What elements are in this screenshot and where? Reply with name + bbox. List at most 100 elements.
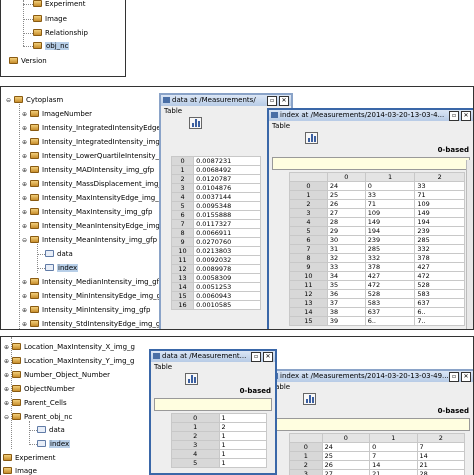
collapse-icon[interactable]: ⊖ bbox=[3, 414, 10, 421]
row-header-cell[interactable]: 14 bbox=[172, 283, 194, 292]
table-cell[interactable]: 0.0051253 bbox=[194, 283, 261, 292]
tree-node-image[interactable]: Image bbox=[33, 13, 67, 25]
column-header[interactable]: 1 bbox=[365, 173, 415, 182]
data-window-titlebar[interactable]: data at /Measurement... ▫ ✕ bbox=[151, 351, 275, 362]
expand-icon[interactable]: ⊕ bbox=[3, 400, 10, 407]
row-header-cell[interactable]: 15 bbox=[290, 317, 328, 326]
table-cell[interactable]: 239 bbox=[365, 236, 415, 245]
chart-icon[interactable] bbox=[303, 393, 316, 405]
tree-node-index[interactable]: index bbox=[37, 438, 70, 450]
table-cell[interactable]: 109 bbox=[365, 209, 415, 218]
table-cell[interactable]: 194 bbox=[365, 227, 415, 236]
column-header[interactable] bbox=[290, 434, 323, 443]
table-cell[interactable]: 7 bbox=[370, 452, 417, 461]
row-header-cell[interactable]: 2 bbox=[290, 200, 328, 209]
tree-node[interactable]: ⊕Intensity_MADIntensity_img_gfp bbox=[21, 164, 154, 176]
table-cell[interactable]: 1 bbox=[219, 450, 267, 459]
tree-node[interactable]: ⊕Intensity_MinIntensity_img_gfp bbox=[21, 304, 150, 316]
expand-icon[interactable]: ⊕ bbox=[21, 195, 28, 202]
expand-icon[interactable]: ⊕ bbox=[21, 153, 28, 160]
row-header-cell[interactable]: 2 bbox=[172, 432, 220, 441]
row-header-cell[interactable]: 1 bbox=[172, 166, 194, 175]
tree-node[interactable]: ⊕Intensity_MassDisplacement_img_gfp bbox=[21, 178, 173, 190]
table-cell[interactable]: 36 bbox=[327, 290, 365, 299]
table-cell[interactable]: 25 bbox=[322, 452, 369, 461]
row-header-cell[interactable]: 16 bbox=[172, 301, 194, 310]
row-header-cell[interactable]: 7 bbox=[172, 220, 194, 229]
row-header-cell[interactable]: 4 bbox=[172, 450, 220, 459]
close-icon[interactable]: ✕ bbox=[279, 96, 289, 106]
table-cell[interactable]: 378 bbox=[365, 263, 415, 272]
table-cell[interactable]: 33 bbox=[415, 182, 465, 191]
row-header-cell[interactable]: 0 bbox=[290, 182, 328, 191]
table-cell[interactable]: 39 bbox=[327, 317, 365, 326]
expand-icon[interactable]: ⊕ bbox=[21, 209, 28, 216]
close-icon[interactable]: ✕ bbox=[461, 111, 471, 121]
table-cell[interactable]: 109 bbox=[415, 200, 465, 209]
index-window[interactable]: index at /Measurements/2014-03-20-13-03-… bbox=[267, 369, 474, 475]
table-cell[interactable]: 194 bbox=[415, 218, 465, 227]
row-header-cell[interactable]: 1 bbox=[290, 452, 323, 461]
table-cell[interactable]: 34 bbox=[327, 272, 365, 281]
row-header-cell[interactable]: 9 bbox=[290, 263, 328, 272]
tree-node-parent-obj-nc[interactable]: ⊖Parent_obj_nc bbox=[3, 411, 72, 423]
table-cell[interactable]: 0.0037144 bbox=[194, 193, 261, 202]
table-cell[interactable]: 378 bbox=[415, 254, 465, 263]
table-cell[interactable]: 0.0117327 bbox=[194, 220, 261, 229]
column-header[interactable]: 2 bbox=[415, 173, 465, 182]
row-header-cell[interactable]: 10 bbox=[172, 247, 194, 256]
row-header-cell[interactable]: 4 bbox=[172, 193, 194, 202]
tree-node-obj-nc[interactable]: obj_nc bbox=[33, 40, 69, 52]
cell-value-field[interactable] bbox=[272, 418, 470, 431]
tree-node-data[interactable]: data bbox=[45, 248, 73, 260]
table-cell[interactable]: 1 bbox=[219, 441, 267, 450]
table-cell[interactable]: 31 bbox=[327, 245, 365, 254]
table-cell[interactable]: 38 bbox=[327, 308, 365, 317]
tree-node[interactable]: ⊕Location_MaxIntensity_X_img_g bbox=[3, 341, 135, 353]
restore-icon[interactable]: ▫ bbox=[449, 372, 459, 382]
table-cell[interactable]: 0.0089978 bbox=[194, 265, 261, 274]
table-cell[interactable]: 21 bbox=[370, 470, 417, 475]
tree-node[interactable]: ⊕Intensity_MaxIntensity_img_gfp bbox=[21, 206, 152, 218]
row-header-cell[interactable]: 5 bbox=[172, 459, 220, 468]
table-cell[interactable]: 33 bbox=[365, 191, 415, 200]
row-header-cell[interactable]: 9 bbox=[172, 238, 194, 247]
column-header[interactable] bbox=[290, 173, 328, 182]
row-header-cell[interactable]: 3 bbox=[290, 470, 323, 475]
tree-node[interactable]: ⊕Intensity_IntegratedIntensityEdge_img_ bbox=[21, 122, 181, 134]
table-cell[interactable]: 528 bbox=[415, 281, 465, 290]
expand-icon[interactable]: ⊕ bbox=[3, 344, 10, 351]
row-header-cell[interactable]: 1 bbox=[172, 423, 220, 432]
table-cell[interactable]: 25 bbox=[327, 191, 365, 200]
expand-icon[interactable]: ⊕ bbox=[21, 223, 28, 230]
table-cell[interactable]: 0.0092032 bbox=[194, 256, 261, 265]
table-cell[interactable]: 26 bbox=[327, 200, 365, 209]
table-cell[interactable]: 35 bbox=[327, 281, 365, 290]
table-cell[interactable]: 37 bbox=[327, 299, 365, 308]
table-cell[interactable]: 24 bbox=[327, 182, 365, 191]
table-cell[interactable]: 33 bbox=[327, 263, 365, 272]
tree-node-experiment[interactable]: Experiment bbox=[3, 452, 55, 464]
table-cell[interactable]: 472 bbox=[365, 281, 415, 290]
index-window-titlebar[interactable]: index at /Measurements/2014-03-20-13-03-… bbox=[269, 371, 473, 382]
column-header[interactable]: 1 bbox=[370, 434, 417, 443]
table-cell[interactable]: 0.0270760 bbox=[194, 238, 261, 247]
tree-node-experiment[interactable]: Experiment bbox=[33, 0, 85, 10]
row-header-cell[interactable]: 12 bbox=[290, 290, 328, 299]
tree-node[interactable]: ⊕Intensity_MinIntensityEdge_img_gfp bbox=[21, 290, 168, 302]
table-cell[interactable]: 285 bbox=[415, 236, 465, 245]
restore-icon[interactable]: ▫ bbox=[267, 96, 277, 106]
tree-node-cytoplasm[interactable]: ⊖Cytoplasm bbox=[5, 94, 63, 106]
table-menu[interactable]: Table bbox=[269, 121, 473, 131]
table-cell[interactable]: 1 bbox=[219, 459, 267, 468]
row-header-cell[interactable]: 13 bbox=[172, 274, 194, 283]
row-header-cell[interactable]: 3 bbox=[172, 184, 194, 193]
row-header-cell[interactable]: 5 bbox=[290, 227, 328, 236]
table-cell[interactable]: 7.. bbox=[415, 317, 465, 326]
table-cell[interactable]: 32 bbox=[327, 254, 365, 263]
row-header-cell[interactable]: 7 bbox=[290, 245, 328, 254]
row-header-cell[interactable]: 11 bbox=[172, 256, 194, 265]
table-menu[interactable]: Table bbox=[269, 382, 473, 392]
table-cell[interactable]: 0.0095348 bbox=[194, 202, 261, 211]
table-cell[interactable]: 0.0060943 bbox=[194, 292, 261, 301]
